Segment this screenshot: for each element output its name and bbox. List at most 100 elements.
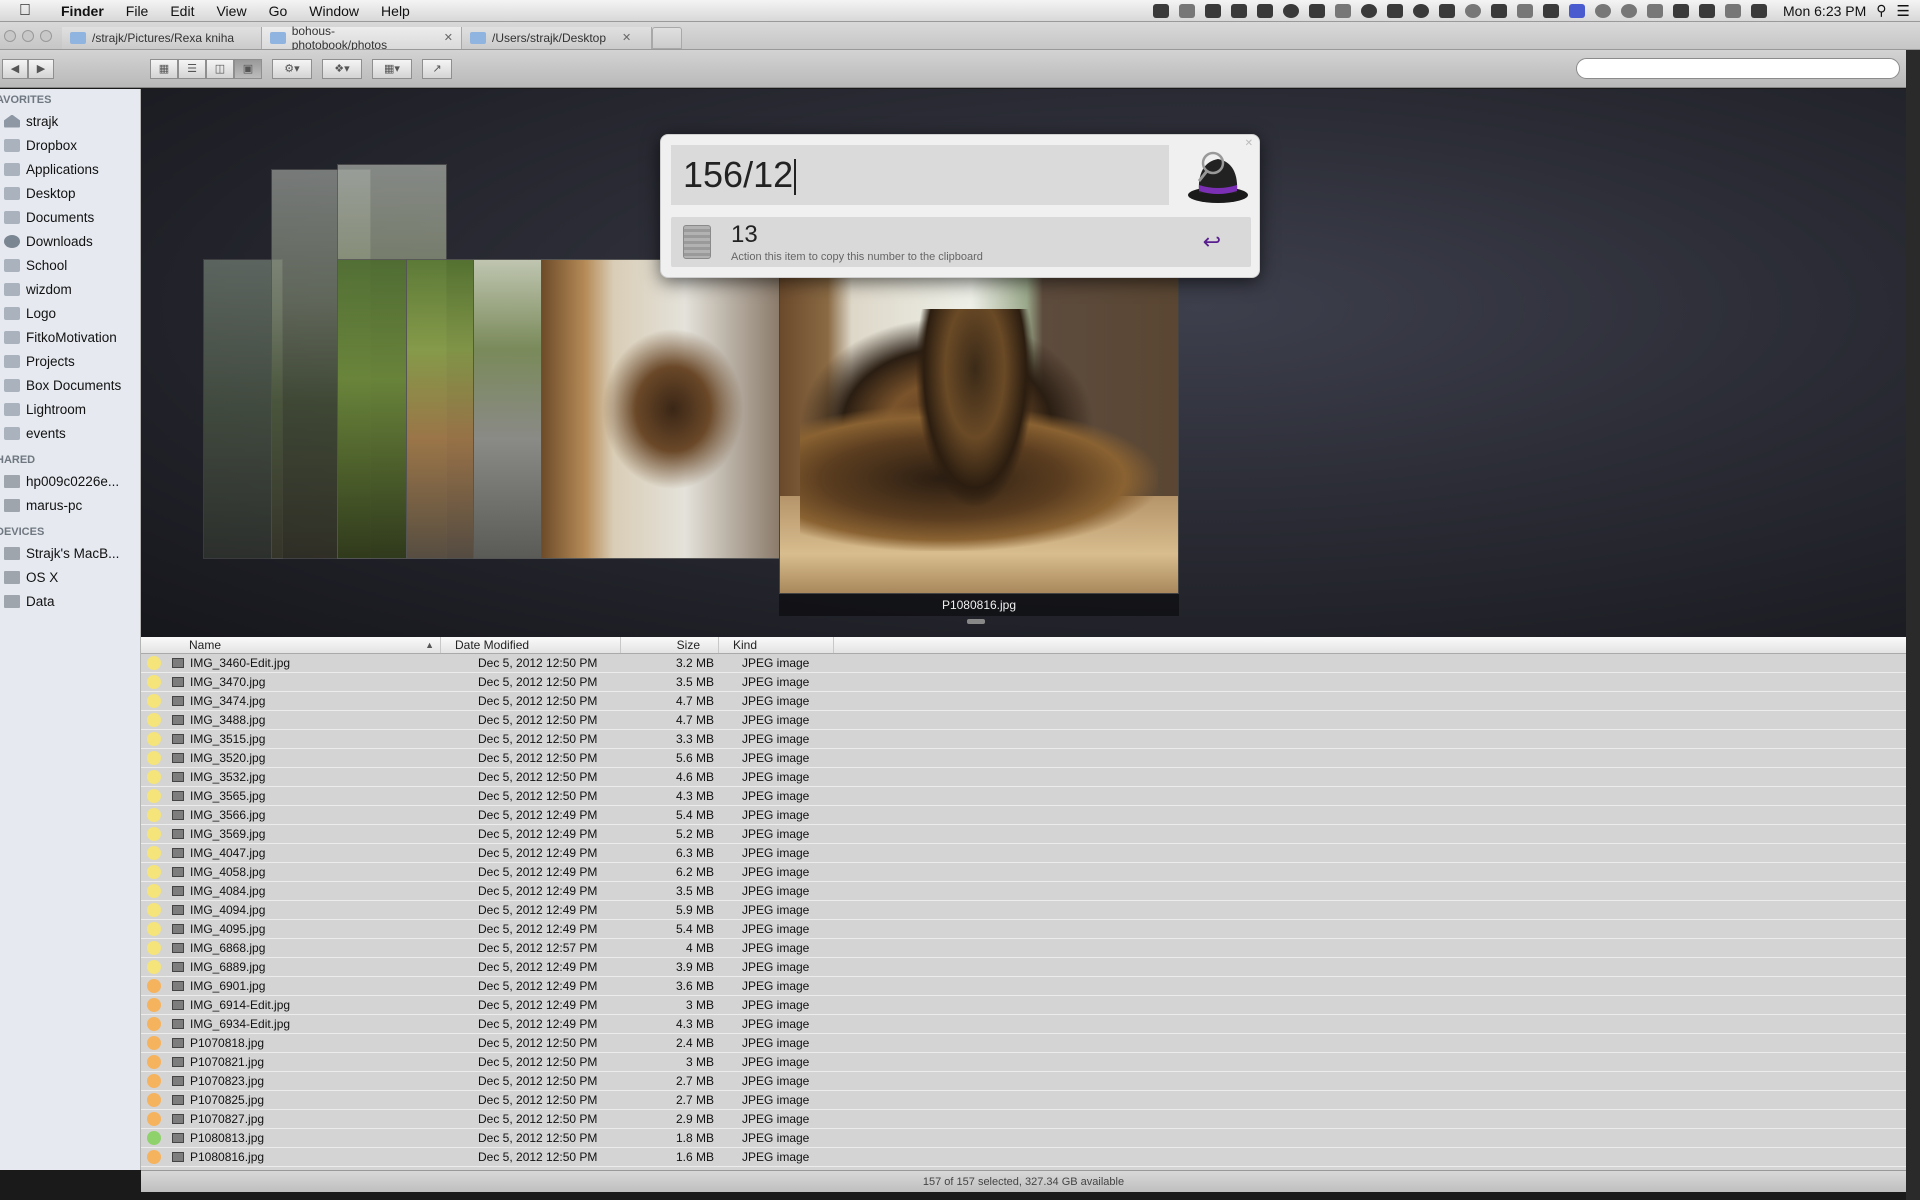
column-header-kind[interactable]: Kind (719, 637, 834, 653)
spotlight-icon[interactable]: ⚲ (1876, 2, 1886, 19)
half-circle-icon[interactable] (1283, 3, 1300, 18)
sidebar-item-applications[interactable]: Applications (0, 157, 140, 181)
table-row[interactable]: IMG_4095.jpg Dec 5, 2012 12:49 PM 5.4 MB JP… (141, 920, 1906, 939)
dropbox-menu-button[interactable]: ❖▾ (322, 58, 362, 79)
search-input[interactable] (1576, 58, 1900, 79)
table-row[interactable]: IMG_3520.jpg Dec 5, 2012 12:50 PM 5.6 MB JP… (141, 749, 1906, 768)
table-row[interactable]: IMG_6934-Edit.jpg Dec 5, 2012 12:49 PM 4.3… (141, 1015, 1906, 1034)
menu-help[interactable]: Help (370, 0, 421, 22)
table-row[interactable]: IMG_4084.jpg Dec 5, 2012 12:49 PM 3.5 MB JP… (141, 882, 1906, 901)
table-row[interactable]: P1070827.jpg Dec 5, 2012 12:50 PM 2.9 MB JP… (141, 1110, 1906, 1129)
table-row[interactable]: P1070823.jpg Dec 5, 2012 12:50 PM 2.7 MB JP… (141, 1072, 1906, 1091)
cover-flow-thumbnail[interactable] (337, 259, 407, 559)
table-row[interactable]: IMG_6889.jpg Dec 5, 2012 12:49 PM 3.9 MB JP… (141, 958, 1906, 977)
list-view-button[interactable]: ☰ (178, 58, 206, 79)
sidebar-item-logo[interactable]: Logo (0, 301, 140, 325)
table-row[interactable]: IMG_4058.jpg Dec 5, 2012 12:49 PM 6.2 MB JP… (141, 863, 1906, 882)
menu-go[interactable]: Go (258, 0, 299, 22)
cover-flow-thumbnail[interactable] (406, 259, 474, 559)
table-row[interactable]: IMG_3470.jpg Dec 5, 2012 12:50 PM 3.5 MB JP… (141, 673, 1906, 692)
tab-close-icon[interactable]: ✕ (622, 31, 631, 44)
sidebar-item-strajk[interactable]: strajk (0, 109, 140, 133)
sidebar-item-documents[interactable]: Documents (0, 205, 140, 229)
table-row[interactable]: IMG_6914-Edit.jpg Dec 5, 2012 12:49 PM 3 M… (141, 996, 1906, 1015)
menu-view[interactable]: View (205, 0, 257, 22)
sidebar-item-box-documents[interactable]: Box Documents (0, 373, 140, 397)
tab-close-icon[interactable]: ✕ (444, 31, 453, 44)
bird-icon[interactable] (1491, 3, 1508, 18)
clock[interactable]: Mon 6:23 PM (1783, 3, 1866, 19)
zoom-window-button[interactable] (40, 29, 52, 42)
table-row[interactable]: IMG_6868.jpg Dec 5, 2012 12:57 PM 4 MB JPEG… (141, 939, 1906, 958)
dropbox-icon[interactable] (1387, 3, 1404, 18)
icon-view-button[interactable]: ▦ (150, 58, 178, 79)
table-row[interactable]: IMG_4094.jpg Dec 5, 2012 12:49 PM 5.9 MB JP… (141, 901, 1906, 920)
close-window-button[interactable] (4, 29, 16, 42)
alfred-result-item[interactable]: 13 Action this item to copy this number … (671, 217, 1251, 267)
time-machine-icon[interactable] (1621, 3, 1638, 18)
table-row[interactable]: IMG_3460-Edit.jpg Dec 5, 2012 12:50 PM 3.2… (141, 654, 1906, 673)
table-row[interactable]: IMG_6901.jpg Dec 5, 2012 12:49 PM 3.6 MB JP… (141, 977, 1906, 996)
bluetooth-icon[interactable] (1647, 3, 1664, 18)
sidebar-item-macbook[interactable]: Strajk's MacB... (0, 541, 140, 565)
sidebar-item-desktop[interactable]: Desktop (0, 181, 140, 205)
column-header-date[interactable]: Date Modified (441, 637, 621, 653)
battery-saver-icon[interactable] (1517, 3, 1534, 18)
cover-flow-view-button[interactable]: ▣ (234, 58, 262, 79)
table-row[interactable]: P1070818.jpg Dec 5, 2012 12:50 PM 2.4 MB JP… (141, 1034, 1906, 1053)
table-row[interactable]: IMG_3474.jpg Dec 5, 2012 12:50 PM 4.7 MB JP… (141, 692, 1906, 711)
menu-window[interactable]: Window (298, 0, 370, 22)
column-header-size[interactable]: Size (621, 637, 719, 653)
alfred-query-input[interactable]: 156/12 (671, 145, 1169, 205)
chat-icon[interactable] (1595, 3, 1612, 18)
sidebar-item-data[interactable]: Data (0, 589, 140, 613)
sidebar-item-projects[interactable]: Projects (0, 349, 140, 373)
notification-center-icon[interactable]: ☰ (1897, 2, 1910, 20)
column-view-button[interactable]: ◫ (206, 58, 234, 79)
table-row[interactable]: IMG_4047.jpg Dec 5, 2012 12:49 PM 6.3 MB JP… (141, 844, 1906, 863)
table-row[interactable]: IMG_3532.jpg Dec 5, 2012 12:50 PM 4.6 MB JP… (141, 768, 1906, 787)
blue-square-icon[interactable] (1569, 3, 1586, 18)
cover-flow-thumbnail[interactable] (473, 259, 543, 559)
sidebar-item-fitkomotivation[interactable]: FitkoMotivation (0, 325, 140, 349)
cover-flow-selected-image[interactable] (779, 269, 1179, 594)
table-row[interactable]: IMG_3515.jpg Dec 5, 2012 12:50 PM 3.3 MB JP… (141, 730, 1906, 749)
table-row[interactable]: IMG_3565.jpg Dec 5, 2012 12:50 PM 4.3 MB JP… (141, 787, 1906, 806)
sidebar-item-school[interactable]: School (0, 253, 140, 277)
new-tab-button[interactable] (652, 26, 682, 49)
cover-flow-thumbnail[interactable] (541, 259, 781, 559)
sidebar-item-lightroom[interactable]: Lightroom (0, 397, 140, 421)
screen-recorder-icon[interactable] (1153, 3, 1170, 18)
table-row[interactable]: P1070825.jpg Dec 5, 2012 12:50 PM 2.7 MB JP… (141, 1091, 1906, 1110)
table-row[interactable]: P1070821.jpg Dec 5, 2012 12:50 PM 3 MB JPEG… (141, 1053, 1906, 1072)
toggle-icon[interactable] (1309, 3, 1326, 18)
lightning-icon[interactable] (1439, 3, 1456, 18)
battery-icon[interactable] (1751, 3, 1768, 18)
sync-icon[interactable] (1335, 3, 1352, 18)
sidebar-item-hp-printer[interactable]: hp009c0226e... (0, 469, 140, 493)
menu-finder[interactable]: Finder (50, 0, 115, 22)
sidebar-item-dropbox[interactable]: Dropbox (0, 133, 140, 157)
notification-icon[interactable] (1179, 3, 1196, 18)
timer-icon[interactable] (1413, 3, 1430, 18)
tab-desktop[interactable]: /Users/strajk/Desktop ✕ (462, 26, 652, 49)
sidebar-item-downloads[interactable]: Downloads (0, 229, 140, 253)
checkmark-icon[interactable] (1205, 3, 1222, 18)
share-button[interactable]: ↗ (422, 58, 452, 79)
tab-photobook-photos[interactable]: bohous-photobook/photos ✕ (262, 24, 462, 52)
coffee-icon[interactable] (1465, 3, 1482, 18)
volume-icon[interactable] (1673, 3, 1690, 18)
apple-menu-icon[interactable]:  (0, 2, 50, 20)
cloud-icon[interactable] (1257, 3, 1274, 18)
table-row[interactable]: P1080813.jpg Dec 5, 2012 12:50 PM 1.8 MB JP… (141, 1129, 1906, 1148)
sidebar-item-osx[interactable]: OS X (0, 565, 140, 589)
table-row[interactable]: IMG_3566.jpg Dec 5, 2012 12:49 PM 5.4 MB JP… (141, 806, 1906, 825)
table-row[interactable]: P1080816.jpg Dec 5, 2012 12:50 PM 1.6 MB JP… (141, 1148, 1906, 1167)
table-row[interactable]: IMG_3488.jpg Dec 5, 2012 12:50 PM 4.7 MB JP… (141, 711, 1906, 730)
table-row[interactable]: IMG_3569.jpg Dec 5, 2012 12:49 PM 5.2 MB JP… (141, 825, 1906, 844)
menu-edit[interactable]: Edit (159, 0, 205, 22)
evernote-icon[interactable] (1231, 3, 1248, 18)
cube-icon[interactable] (1543, 3, 1560, 18)
sidebar-item-wizdom[interactable]: wizdom (0, 277, 140, 301)
wifi-icon[interactable] (1699, 3, 1716, 18)
